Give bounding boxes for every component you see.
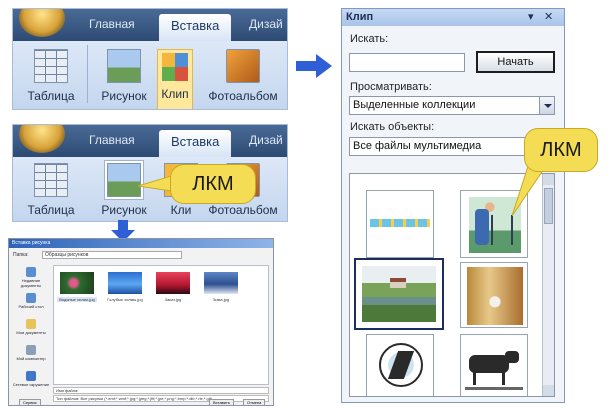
picture-icon — [105, 161, 143, 199]
place-label: Сетевое окружение — [12, 382, 50, 387]
types-select[interactable]: Все файлы мультимедиа — [349, 137, 529, 156]
insert-button[interactable]: Вставить — [209, 399, 234, 405]
clip-button[interactable]: Клип — [157, 49, 193, 109]
types-label: Искать объекты: — [350, 121, 435, 133]
place-recent[interactable]: Недавние документы — [12, 267, 50, 291]
house-art — [390, 278, 406, 288]
dialog-places-bar: Недавние документы Рабочий стол Мои доку… — [12, 265, 50, 395]
ribbon-body: Таблица Рисунок Клип Фотоальбом — [13, 41, 287, 109]
clip-item-border-strip[interactable] — [366, 190, 434, 258]
pane-menu-icon[interactable]: ▾ — [528, 10, 534, 23]
office-button-icon[interactable] — [19, 9, 65, 37]
file-name: Зима.jpg — [212, 297, 230, 302]
table-icon — [34, 163, 68, 197]
photo-album-button[interactable]: Фотоальбом — [203, 49, 283, 103]
place-documents[interactable]: Мои документы — [12, 319, 50, 343]
tab-design[interactable]: Дизай — [249, 17, 283, 31]
figure-art — [475, 209, 489, 245]
tripod-art — [491, 215, 513, 245]
cow-head-art — [505, 351, 519, 363]
file-thumbnail[interactable] — [156, 272, 190, 294]
dialog-buttons: Сервис Вставить Отмена — [13, 399, 271, 405]
table-icon — [34, 49, 68, 83]
tab-home[interactable]: Главная — [89, 17, 135, 31]
table-button-label: Таблица — [27, 203, 75, 217]
network-icon — [26, 371, 36, 381]
ribbon-tab-bar: Главная Вставка Дизай — [13, 9, 287, 42]
tab-home[interactable]: Главная — [89, 133, 135, 147]
tab-insert[interactable]: Вставка — [159, 14, 232, 42]
types-value: Все файлы мультимедиа — [353, 140, 482, 152]
file-thumbnail[interactable] — [108, 272, 142, 294]
file-thumbnail[interactable] — [204, 272, 238, 294]
dialog-folder-bar: Папка: Образцы рисунков — [13, 251, 271, 261]
lake-art — [362, 266, 436, 322]
clip-item-lake-landscape[interactable] — [354, 258, 444, 330]
folder-select[interactable]: Образцы рисунков — [41, 251, 182, 259]
close-icon[interactable]: ✕ — [544, 10, 553, 23]
clip-item-autumn-park[interactable] — [460, 262, 528, 328]
cow-ground-art — [465, 387, 523, 390]
folder-label: Папка: — [13, 252, 29, 258]
file-name: Водяные лилии.jpg — [57, 297, 97, 302]
search-input[interactable] — [349, 53, 465, 72]
clipart-icon — [162, 53, 188, 81]
computer-icon — [26, 345, 36, 355]
photo-album-button-label: Фотоальбом — [208, 89, 278, 103]
file-thumbnail[interactable] — [60, 272, 94, 294]
place-label: Мой компьютер — [16, 356, 46, 361]
filename-label: Имя файла: — [56, 388, 79, 393]
place-desktop[interactable]: Рабочий стол — [12, 293, 50, 317]
divider — [87, 45, 88, 103]
border-strip-art — [370, 219, 430, 227]
file-name: Закат.jpg — [164, 297, 182, 302]
browse-label: Просматривать: — [350, 81, 432, 93]
documents-icon — [26, 319, 36, 329]
place-label: Рабочий стол — [18, 304, 44, 309]
picture-button[interactable]: Рисунок — [95, 49, 153, 103]
place-computer[interactable]: Мой компьютер — [12, 345, 50, 369]
clip-button-label: Клип — [161, 87, 189, 101]
file-name: Голубые холмы.jpg — [107, 297, 143, 302]
table-button-label: Таблица — [27, 89, 75, 103]
cancel-button[interactable]: Отмена — [243, 399, 266, 405]
picture-button-label: Рисунок — [101, 203, 147, 217]
pane-title-text: Клип — [346, 11, 374, 23]
clip-item-cow[interactable] — [460, 334, 528, 396]
place-network[interactable]: Сетевое окружение — [12, 371, 50, 395]
filename-field[interactable]: Имя файла: — [53, 387, 269, 394]
arrow-right-icon — [296, 54, 332, 78]
dialog-title: Вставка рисунка — [9, 239, 273, 248]
ribbon-tab-bar: Главная Вставка Дизай — [13, 125, 287, 158]
place-label: Недавние документы — [20, 278, 42, 288]
recent-icon — [26, 267, 36, 277]
browse-value: Выделенные коллекции — [353, 99, 476, 111]
ribbon-top: Главная Вставка Дизай Таблица Рисунок Кл… — [12, 8, 288, 110]
autumn-art — [467, 267, 523, 325]
desktop-icon — [26, 293, 36, 303]
search-label: Искать: — [350, 33, 389, 45]
place-label: Мои документы — [16, 330, 46, 335]
browse-select[interactable]: Выделенные коллекции — [349, 96, 555, 115]
lmb-callout-clip: ЛКМ — [524, 128, 598, 172]
scroll-down-icon[interactable] — [543, 385, 554, 396]
dialog-file-list: Водяные лилии.jpg Голубые холмы.jpg Зака… — [53, 265, 269, 385]
clip-item-runner[interactable] — [366, 334, 434, 396]
start-button[interactable]: Начать — [476, 51, 555, 73]
lmb-callout-ribbon: ЛКМ — [170, 164, 256, 204]
clip-button-label: Кли — [170, 203, 192, 217]
cow-legs-art — [473, 371, 505, 385]
tab-insert[interactable]: Вставка — [159, 130, 232, 158]
picture-button-label: Рисунок — [101, 89, 147, 103]
table-button[interactable]: Таблица — [23, 163, 79, 217]
table-button[interactable]: Таблица — [23, 49, 79, 103]
tools-button[interactable]: Сервис — [19, 399, 41, 405]
office-button-icon[interactable] — [19, 125, 65, 153]
tab-design[interactable]: Дизай — [249, 133, 283, 147]
dropdown-arrow-icon[interactable] — [539, 97, 554, 114]
insert-picture-dialog: Вставка рисунка Папка: Образцы рисунков … — [8, 238, 274, 406]
photo-album-icon — [226, 49, 260, 83]
picture-icon — [107, 49, 141, 83]
photo-album-button-label: Фотоальбом — [208, 203, 278, 217]
